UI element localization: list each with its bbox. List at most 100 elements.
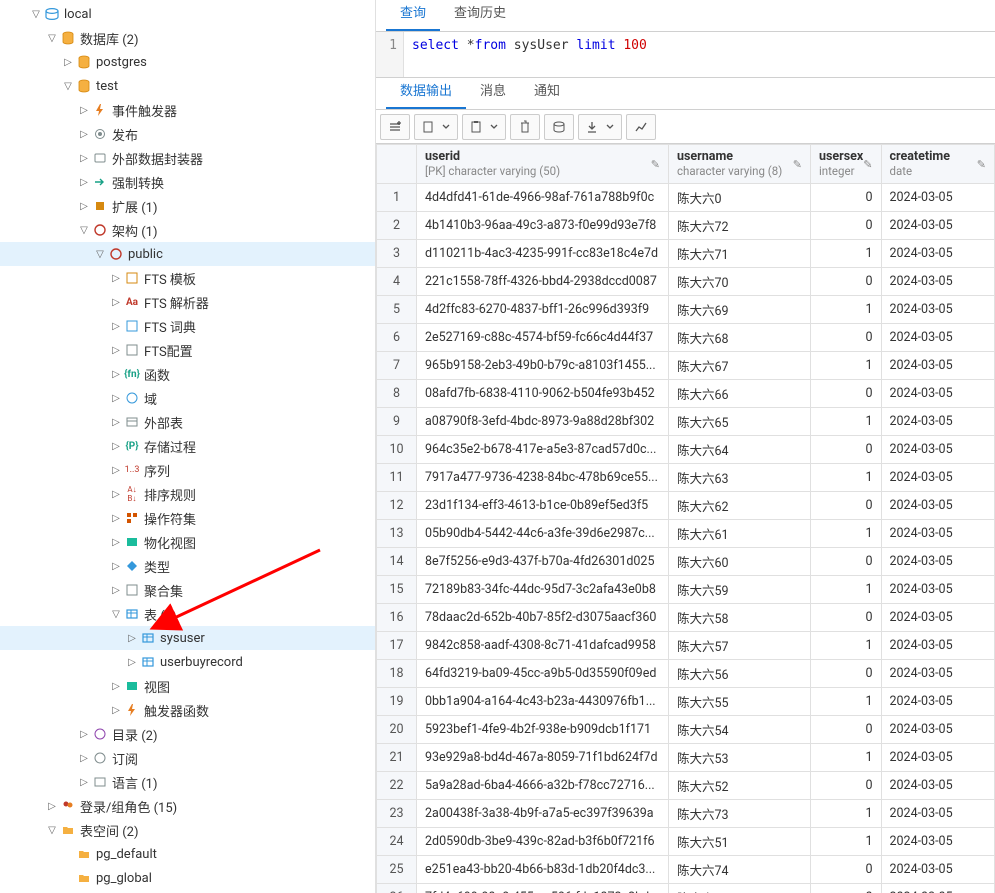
server-node[interactable]: ▽ local [0, 2, 375, 26]
table-row[interactable]: 267fd4c699-80a8-455a-a586-fda1072e2bde陈大… [377, 884, 995, 893]
chevron-right-icon[interactable]: ▷ [124, 657, 140, 668]
cell-username[interactable]: 陈大六60 [669, 548, 811, 576]
cell-createtime[interactable]: 2024-03-05 [881, 296, 995, 324]
chevron-right-icon[interactable]: ▷ [76, 777, 92, 788]
table-row[interactable]: 225a9a28ad-6ba4-4666-a32b-f78cc72716...陈… [377, 772, 995, 800]
chevron-right-icon[interactable]: ▷ [124, 633, 140, 644]
cell-username[interactable]: 陈大六0 [669, 184, 811, 212]
cell-usersex[interactable]: 0 [811, 884, 882, 893]
cell-createtime[interactable]: 2024-03-05 [881, 772, 995, 800]
table-row[interactable]: 9a08790f8-3efd-4bdc-8973-9a88d28bf302陈大六… [377, 408, 995, 436]
cell-userid[interactable]: 23d1f134-eff3-4613-b1ce-0b89ef5ed3f5 [417, 492, 669, 520]
db-test-node[interactable]: ▽ test [0, 74, 375, 98]
cell-createtime[interactable]: 2024-03-05 [881, 604, 995, 632]
casts-node[interactable]: ▷ 强制转换 [0, 170, 375, 194]
cell-usersex[interactable]: 1 [811, 828, 882, 856]
sql-code[interactable]: select *from sysUser limit 100 [404, 32, 655, 77]
collations-node[interactable]: ▷A↓B↓排序规则 [0, 482, 375, 506]
tab-history[interactable]: 查询历史 [440, 0, 520, 31]
languages-node[interactable]: ▷语言 (1) [0, 770, 375, 794]
cell-usersex[interactable]: 0 [811, 212, 882, 240]
foreign-tables-node[interactable]: ▷外部表 [0, 410, 375, 434]
chevron-right-icon[interactable]: ▷ [108, 681, 124, 692]
cell-usersex[interactable]: 0 [811, 324, 882, 352]
subscriptions-node[interactable]: ▷订阅 [0, 746, 375, 770]
databases-node[interactable]: ▽ 数据库 (2) [0, 26, 375, 50]
chevron-right-icon[interactable]: ▷ [76, 753, 92, 764]
cell-createtime[interactable]: 2024-03-05 [881, 436, 995, 464]
fts-dict-node[interactable]: ▷FTS 词典 [0, 314, 375, 338]
table-row[interactable]: 179842c858-aadf-4308-8c71-41dafcad9958陈大… [377, 632, 995, 660]
add-row-button[interactable] [380, 114, 410, 140]
cell-createtime[interactable]: 2024-03-05 [881, 352, 995, 380]
fdw-node[interactable]: ▷ 外部数据封装器 [0, 146, 375, 170]
cell-usersex[interactable]: 0 [811, 436, 882, 464]
cell-username[interactable]: 陈大六51 [669, 828, 811, 856]
cell-usersex[interactable]: 0 [811, 268, 882, 296]
cell-usersex[interactable]: 0 [811, 716, 882, 744]
chevron-right-icon[interactable]: ▷ [76, 177, 92, 188]
cell-userid[interactable]: 7917a477-9736-4238-84bc-478b69ce55... [417, 464, 669, 492]
col-username[interactable]: usernamecharacter varying (8)✎ [669, 145, 811, 184]
cell-username[interactable]: 陈大六59 [669, 576, 811, 604]
cell-createtime[interactable]: 2024-03-05 [881, 184, 995, 212]
tab-messages[interactable]: 消息 [466, 72, 520, 109]
table-row[interactable]: 7965b9158-2eb3-49b0-b79c-a8103f1455...陈大… [377, 352, 995, 380]
cell-username[interactable]: 陈大六63 [669, 464, 811, 492]
cell-userid[interactable]: 93e929a8-bd4d-467a-8059-71f1bd624f7d [417, 744, 669, 772]
cell-createtime[interactable]: 2024-03-05 [881, 380, 995, 408]
cell-username[interactable]: 陈大六62 [669, 492, 811, 520]
table-row[interactable]: 2193e929a8-bd4d-467a-8059-71f1bd624f7d陈大… [377, 744, 995, 772]
cell-usersex[interactable]: 0 [811, 548, 882, 576]
cell-userid[interactable]: 9842c858-aadf-4308-8c71-41dafcad9958 [417, 632, 669, 660]
col-usersex[interactable]: usersexinteger✎ [811, 145, 882, 184]
cell-userid[interactable]: 5923bef1-4fe9-4b2f-938e-b909dcb1f171 [417, 716, 669, 744]
cell-createtime[interactable]: 2024-03-05 [881, 660, 995, 688]
chevron-right-icon[interactable]: ▷ [108, 393, 124, 404]
aggregates-node[interactable]: ▷聚合集 [0, 578, 375, 602]
chevron-right-icon[interactable]: ▷ [108, 561, 124, 572]
col-userid[interactable]: userid[PK] character varying (50)✎ [417, 145, 669, 184]
cell-userid[interactable]: 4d2ffc83-6270-4837-bff1-26c996d393f9 [417, 296, 669, 324]
table-row[interactable]: 62e527169-c88c-4574-bf59-fc66c4d44f37陈大六… [377, 324, 995, 352]
cell-username[interactable]: 陈大六67 [669, 352, 811, 380]
cell-username[interactable]: 陈大六69 [669, 296, 811, 324]
cell-createtime[interactable]: 2024-03-05 [881, 716, 995, 744]
fts-parsers-node[interactable]: ▷AaFTS 解析器 [0, 290, 375, 314]
procedures-node[interactable]: ▷{P}存储过程 [0, 434, 375, 458]
cell-createtime[interactable]: 2024-03-05 [881, 884, 995, 893]
cell-username[interactable]: 陈大六58 [669, 604, 811, 632]
cell-userid[interactable]: 221c1558-78ff-4326-bbd4-2938dccd0087 [417, 268, 669, 296]
edit-icon[interactable]: ✎ [651, 158, 660, 171]
paste-button[interactable] [462, 114, 506, 140]
cell-username[interactable]: 陈大六52 [669, 772, 811, 800]
cell-usersex[interactable]: 1 [811, 688, 882, 716]
chevron-right-icon[interactable]: ▷ [108, 705, 124, 716]
cell-userid[interactable]: 7fd4c699-80a8-455a-a586-fda1072e2bde [417, 884, 669, 893]
cell-createtime[interactable]: 2024-03-05 [881, 464, 995, 492]
cell-createtime[interactable]: 2024-03-05 [881, 828, 995, 856]
table-row[interactable]: 1864fd3219-ba09-45cc-a9b5-0d35590f09ed陈大… [377, 660, 995, 688]
chevron-down-icon[interactable]: ▽ [44, 33, 60, 44]
cell-userid[interactable]: 05b90db4-5442-44c6-a3fe-39d6e2987c... [417, 520, 669, 548]
cell-usersex[interactable]: 0 [811, 772, 882, 800]
table-row[interactable]: 25e251ea43-bb20-4b66-b83d-1db20f4dc3...陈… [377, 856, 995, 884]
cell-username[interactable]: 陈大六65 [669, 408, 811, 436]
cell-usersex[interactable]: 1 [811, 408, 882, 436]
tablespaces-node[interactable]: ▽表空间 (2) [0, 818, 375, 842]
table-row[interactable]: 232a00438f-3a38-4b9f-a7a5-ec397f39639a陈大… [377, 800, 995, 828]
mat-views-node[interactable]: ▷物化视图 [0, 530, 375, 554]
cell-usersex[interactable]: 0 [811, 856, 882, 884]
edit-icon[interactable]: ✎ [863, 158, 872, 171]
table-row[interactable]: 4221c1558-78ff-4326-bbd4-2938dccd0087陈大六… [377, 268, 995, 296]
table-userbuyrecord-node[interactable]: ▷userbuyrecord [0, 650, 375, 674]
cell-createtime[interactable]: 2024-03-05 [881, 744, 995, 772]
table-row[interactable]: 14d4dfd41-61de-4966-98af-761a788b9f0c陈大六… [377, 184, 995, 212]
cell-username[interactable]: 陈大六53 [669, 744, 811, 772]
chevron-right-icon[interactable]: ▷ [108, 297, 124, 308]
cell-userid[interactable]: 08afd7fb-6838-4110-9062-b504fe93b452 [417, 380, 669, 408]
chevron-right-icon[interactable]: ▷ [108, 369, 124, 380]
fts-config-node[interactable]: ▷FTS配置 [0, 338, 375, 362]
chevron-right-icon[interactable]: ▷ [76, 729, 92, 740]
table-row[interactable]: 808afd7fb-6838-4110-9062-b504fe93b452陈大六… [377, 380, 995, 408]
